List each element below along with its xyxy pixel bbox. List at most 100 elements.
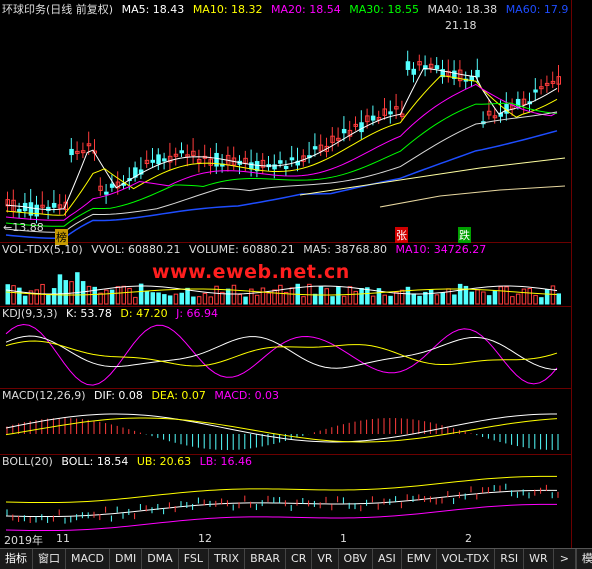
- volume-bar: [498, 286, 503, 305]
- volume-bar: [191, 296, 196, 305]
- watermark: www.eweb.net.cn: [152, 261, 350, 283]
- candle-body: [405, 61, 411, 70]
- right-scroll-area[interactable]: [571, 0, 592, 548]
- volume-bar: [550, 285, 556, 305]
- volume-bar: [481, 291, 486, 305]
- candle-body: [388, 111, 393, 115]
- boll-legend: BOLL(20) BOLL: 18.54 UB: 20.63 LB: 16.46: [2, 455, 257, 468]
- date-month-12: 12: [198, 532, 212, 545]
- volume-bar: [17, 287, 22, 305]
- vol-ma5-value: MA5: 38768.80: [303, 243, 387, 256]
- volume-bar: [98, 292, 103, 305]
- tab-指标[interactable]: 指标: [0, 549, 33, 569]
- volume-bar: [104, 289, 109, 305]
- volume-bar: [121, 285, 126, 305]
- volume-bar: [150, 292, 155, 305]
- volume-bar: [243, 296, 248, 305]
- volume-bar: [75, 272, 80, 305]
- tag-bang[interactable]: 榜: [55, 229, 68, 245]
- macd-panel[interactable]: MACD(12,26,9) DIF: 0.08 DEA: 0.07 MACD: …: [0, 388, 572, 455]
- tab-brar[interactable]: BRAR: [245, 549, 287, 569]
- volume-legend: VOL-TDX(5,10) VVOL: 60880.21 VOLUME: 608…: [2, 243, 491, 256]
- volume-bar: [521, 288, 527, 305]
- tab-more-button[interactable]: >: [554, 549, 576, 569]
- volume-bar: [185, 287, 190, 305]
- candle-body: [411, 68, 416, 75]
- volume-bar: [411, 293, 416, 305]
- price-panel[interactable]: 环球印务(日线 前复权) MA5: 18.43 MA10: 18.32 MA20…: [0, 0, 573, 245]
- tab-vol-tdx[interactable]: VOL-TDX: [437, 549, 496, 569]
- tab-obv[interactable]: OBV: [339, 549, 373, 569]
- macd-dif-value: DIF: 0.08: [94, 389, 143, 402]
- tab-窗口[interactable]: 窗口: [33, 549, 66, 569]
- tab-fsl[interactable]: FSL: [179, 549, 209, 569]
- macd-name: MACD(12,26,9): [2, 389, 86, 402]
- boll-chart[interactable]: [0, 454, 572, 548]
- volume-bar: [272, 289, 277, 305]
- template-button[interactable]: 模板: [575, 549, 592, 569]
- vol-ma5-line: [5, 285, 558, 295]
- vol-ma10-value: MA10: 34726.27: [395, 243, 487, 256]
- volume-bar: [330, 296, 335, 305]
- tab-list: 指标 窗口 MACD DMI DMA FSL TRIX BRAR CR VR OBV ASI EMV VO…: [0, 549, 554, 569]
- candle-body: [69, 148, 74, 156]
- tab-rsi[interactable]: RSI: [495, 549, 525, 569]
- volume-bar: [370, 295, 376, 305]
- tab-dma[interactable]: DMA: [142, 549, 179, 569]
- volume-bar: [202, 292, 208, 305]
- indicator-tab-bar: 指标 窗口 MACD DMI DMA FSL TRIX BRAR CR VR OBV ASI EMV VO…: [0, 548, 592, 569]
- volume-bar: [156, 292, 161, 305]
- price-legend: 环球印务(日线 前复权) MA5: 18.43 MA10: 18.32 MA20…: [2, 1, 573, 17]
- ma60-value: MA60: 17.9: [505, 3, 569, 16]
- macd-dea-value: DEA: 0.07: [151, 389, 206, 402]
- high-price-label: 21.18: [445, 19, 477, 32]
- volume-bar: [80, 281, 86, 305]
- volume-bar: [127, 287, 132, 305]
- volume-value: VOLUME: 60880.21: [189, 243, 295, 256]
- volume-bar: [399, 289, 405, 305]
- volume-bar: [353, 290, 358, 305]
- tab-emv[interactable]: EMV: [402, 549, 437, 569]
- chevron-right-icon: >: [559, 552, 569, 565]
- volume-bar: [208, 296, 213, 305]
- candlestick-chart[interactable]: [0, 0, 572, 242]
- candle-body: [515, 98, 521, 106]
- volume-bar: [556, 293, 561, 305]
- volume-bar: [417, 295, 422, 305]
- tab-cr[interactable]: CR: [286, 549, 313, 569]
- kdj-name: KDJ(9,3,3): [2, 307, 58, 320]
- tag-die[interactable]: 跌: [458, 227, 471, 243]
- volume-bar: [5, 284, 10, 305]
- kdj-j-value: J: 66.94: [176, 307, 219, 320]
- volume-bar: [57, 274, 63, 305]
- volume-bar: [312, 293, 318, 305]
- date-year-label: 2019年: [4, 534, 43, 547]
- tab-vr[interactable]: VR: [312, 549, 339, 569]
- kdj-legend: KDJ(9,3,3) K: 53.78 D: 47.20 J: 66.94: [2, 307, 223, 320]
- date-month-2: 2: [465, 532, 472, 545]
- candle-body: [475, 69, 480, 78]
- macd-macd-value: MACD: 0.03: [214, 389, 280, 402]
- candle-body: [312, 146, 318, 150]
- tab-wr[interactable]: WR: [524, 549, 554, 569]
- volume-bar: [469, 291, 474, 305]
- tab-asi[interactable]: ASI: [373, 549, 402, 569]
- kdj-line: [5, 335, 558, 371]
- volume-bar: [34, 289, 39, 305]
- kdj-panel[interactable]: KDJ(9,3,3) K: 53.78 D: 47.20 J: 66.94: [0, 306, 572, 389]
- kdj-line: [5, 340, 558, 367]
- candle-body: [434, 65, 440, 70]
- candle-body: [359, 122, 364, 133]
- tab-macd[interactable]: MACD: [66, 549, 110, 569]
- volume-bar: [510, 296, 515, 305]
- ma-line: [5, 111, 558, 233]
- boll-panel[interactable]: BOLL(20) BOLL: 18.54 UB: 20.63 LB: 16.46: [0, 454, 572, 548]
- volume-bar: [394, 291, 399, 305]
- volume-bar: [115, 286, 121, 305]
- volume-bar: [434, 294, 440, 305]
- tab-trix[interactable]: TRIX: [209, 549, 246, 569]
- tag-zhang[interactable]: 张: [395, 227, 408, 243]
- kdj-k-value: K: 53.78: [66, 307, 112, 320]
- tab-dmi[interactable]: DMI: [110, 549, 143, 569]
- boll-lb-value: LB: 16.46: [199, 455, 252, 468]
